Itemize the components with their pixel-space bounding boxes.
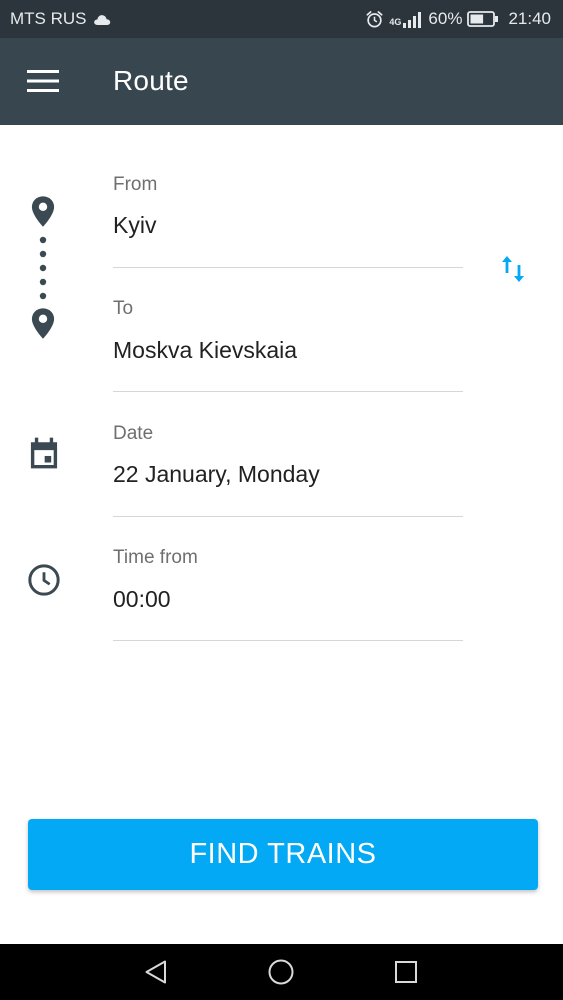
time-value[interactable]: 00:00 <box>113 586 171 613</box>
status-left: MTS RUS <box>10 9 111 29</box>
battery-percent: 60% <box>428 9 463 28</box>
signal-icon <box>403 11 422 28</box>
app-bar: Route <box>0 38 563 125</box>
divider <box>113 267 463 268</box>
date-value[interactable]: 22 January, Monday <box>113 461 320 488</box>
back-icon <box>145 960 166 984</box>
clock-time: 21:40 <box>508 9 551 28</box>
hamburger-menu-icon <box>27 70 59 92</box>
clock-icon <box>28 564 60 596</box>
status-right: 4G 60% 21:40 <box>365 9 551 29</box>
page-title: Route <box>113 65 189 96</box>
home-button[interactable] <box>256 952 306 992</box>
swap-vertical-icon <box>502 256 524 282</box>
route-dots <box>39 236 47 300</box>
status-bar: MTS RUS 4G 60% 21:40 <box>0 0 563 38</box>
time-label: Time from <box>113 547 198 568</box>
location-pin-icon <box>31 196 55 227</box>
divider <box>113 516 463 517</box>
location-pin-icon <box>31 308 55 339</box>
date-label: Date <box>113 423 154 444</box>
divider <box>113 391 463 392</box>
cloud-icon <box>93 14 110 25</box>
system-nav-bar <box>0 944 563 1000</box>
recents-button[interactable] <box>381 952 431 992</box>
network-type: 4G <box>389 17 402 27</box>
from-label: From <box>113 174 158 195</box>
to-value[interactable]: Moskva Kievskaia <box>113 337 297 364</box>
to-label: To <box>113 298 134 319</box>
find-trains-button[interactable]: FIND TRAINS <box>28 819 538 890</box>
home-icon <box>268 959 294 985</box>
divider <box>113 640 463 641</box>
alarm-icon <box>366 10 383 27</box>
menu-button[interactable] <box>20 61 66 101</box>
swap-stations-button[interactable] <box>496 251 530 287</box>
carrier-name: MTS RUS <box>10 9 87 28</box>
battery-icon <box>467 11 499 27</box>
recents-icon <box>395 961 417 983</box>
back-button[interactable] <box>131 952 181 992</box>
from-value[interactable]: Kyiv <box>113 212 156 239</box>
calendar-icon <box>30 437 58 469</box>
